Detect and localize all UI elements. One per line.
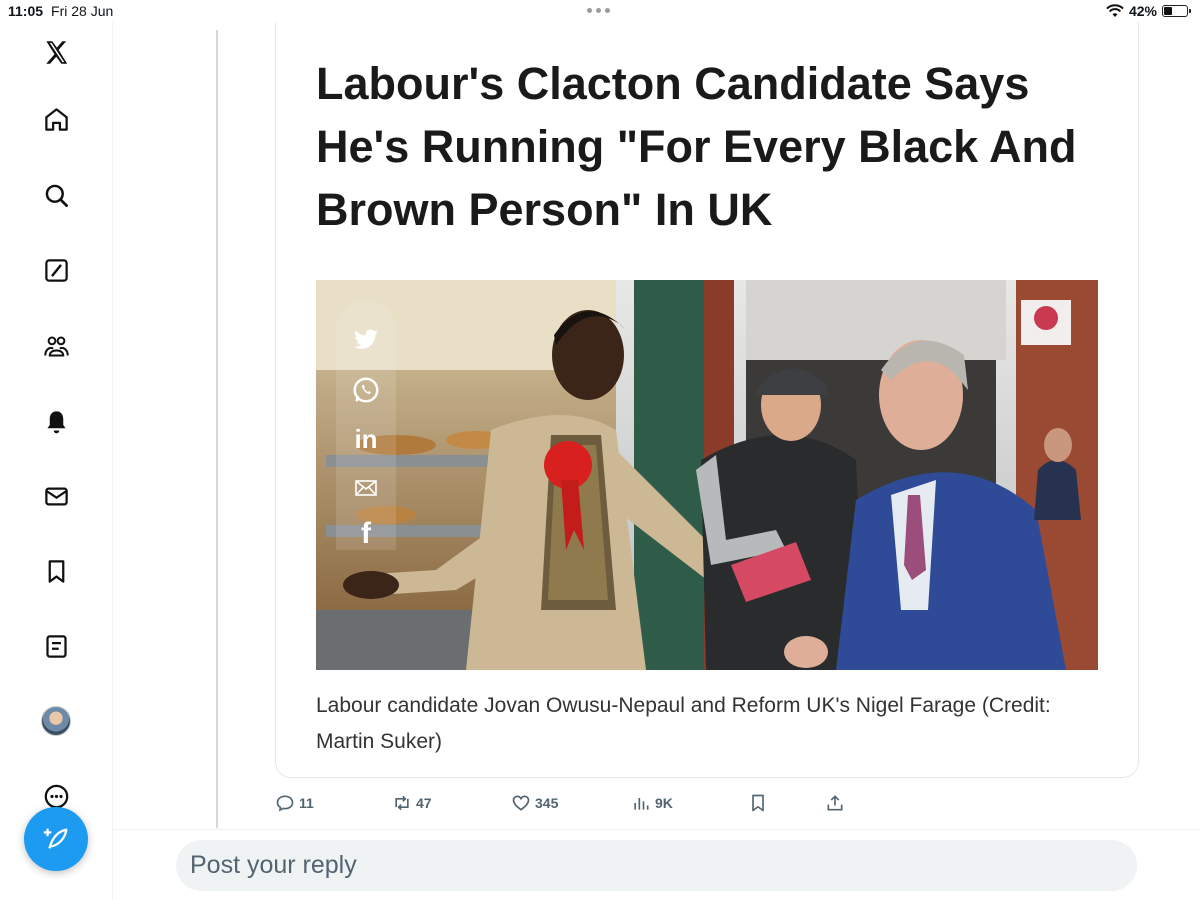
- bookmarks-icon[interactable]: [40, 555, 72, 587]
- lists-icon[interactable]: [40, 630, 72, 662]
- article-photo[interactable]: in f: [316, 280, 1098, 670]
- compose-post-button[interactable]: [24, 807, 88, 871]
- heart-icon: [512, 795, 530, 811]
- battery-percent: 42%: [1128, 3, 1157, 19]
- multitasking-dots[interactable]: [587, 8, 610, 13]
- status-right: 42%: [1106, 3, 1191, 19]
- embedded-article-card[interactable]: Labour's Clacton Candidate Says He's Run…: [275, 22, 1139, 778]
- side-navigation: [0, 22, 113, 900]
- repost-icon: [395, 795, 409, 811]
- reply-count: 11: [299, 795, 314, 811]
- photo-caption: Labour candidate Jovan Owusu-Nepaul and …: [316, 694, 1051, 753]
- reply-input[interactable]: Post your reply: [176, 840, 1137, 891]
- article-headline: Labour's Clacton Candidate Says He's Run…: [316, 58, 1077, 235]
- like-button[interactable]: 345: [511, 793, 558, 813]
- email-icon[interactable]: [348, 472, 384, 504]
- repost-count: 47: [416, 795, 432, 811]
- photo-scene: [316, 280, 1098, 670]
- facebook-icon[interactable]: f: [348, 517, 384, 550]
- like-count: 345: [535, 795, 559, 811]
- feather-plus-icon: [43, 828, 68, 849]
- communities-icon[interactable]: [40, 330, 72, 362]
- share-icon: [827, 795, 843, 811]
- reply-placeholder: Post your reply: [190, 851, 357, 879]
- post-action-bar: 11 47 345 9K: [275, 793, 875, 817]
- grok-icon[interactable]: [40, 254, 72, 286]
- home-icon[interactable]: [40, 103, 72, 135]
- x-logo-icon[interactable]: [40, 36, 72, 68]
- repost-button[interactable]: 47: [392, 793, 432, 813]
- bookmark-button[interactable]: [748, 793, 768, 813]
- battery-icon: [1162, 5, 1191, 17]
- twitter-icon[interactable]: [348, 324, 384, 356]
- divider: [112, 829, 1200, 830]
- thread-line: [216, 30, 218, 828]
- notifications-icon[interactable]: [40, 405, 72, 437]
- linkedin-icon[interactable]: in: [348, 423, 384, 455]
- wifi-icon: [1106, 4, 1124, 17]
- reply-button[interactable]: 11: [275, 793, 314, 813]
- whatsapp-icon[interactable]: [348, 374, 384, 406]
- status-time: 11:05: [8, 3, 44, 19]
- status-time-date: 11:05 Fri 28 Jun: [8, 3, 113, 19]
- reply-icon: [276, 795, 294, 812]
- messages-icon[interactable]: [40, 480, 72, 512]
- status-bar: 11:05 Fri 28 Jun 42%: [0, 0, 1200, 22]
- profile-avatar[interactable]: [40, 705, 72, 737]
- views-icon: [634, 798, 649, 810]
- view-count: 9K: [655, 795, 673, 811]
- search-icon[interactable]: [40, 179, 72, 211]
- share-button[interactable]: [825, 793, 845, 813]
- views-button[interactable]: 9K: [631, 793, 673, 813]
- avatar: [41, 706, 71, 736]
- status-date: Fri 28 Jun: [51, 3, 114, 19]
- bookmark-icon: [752, 794, 764, 812]
